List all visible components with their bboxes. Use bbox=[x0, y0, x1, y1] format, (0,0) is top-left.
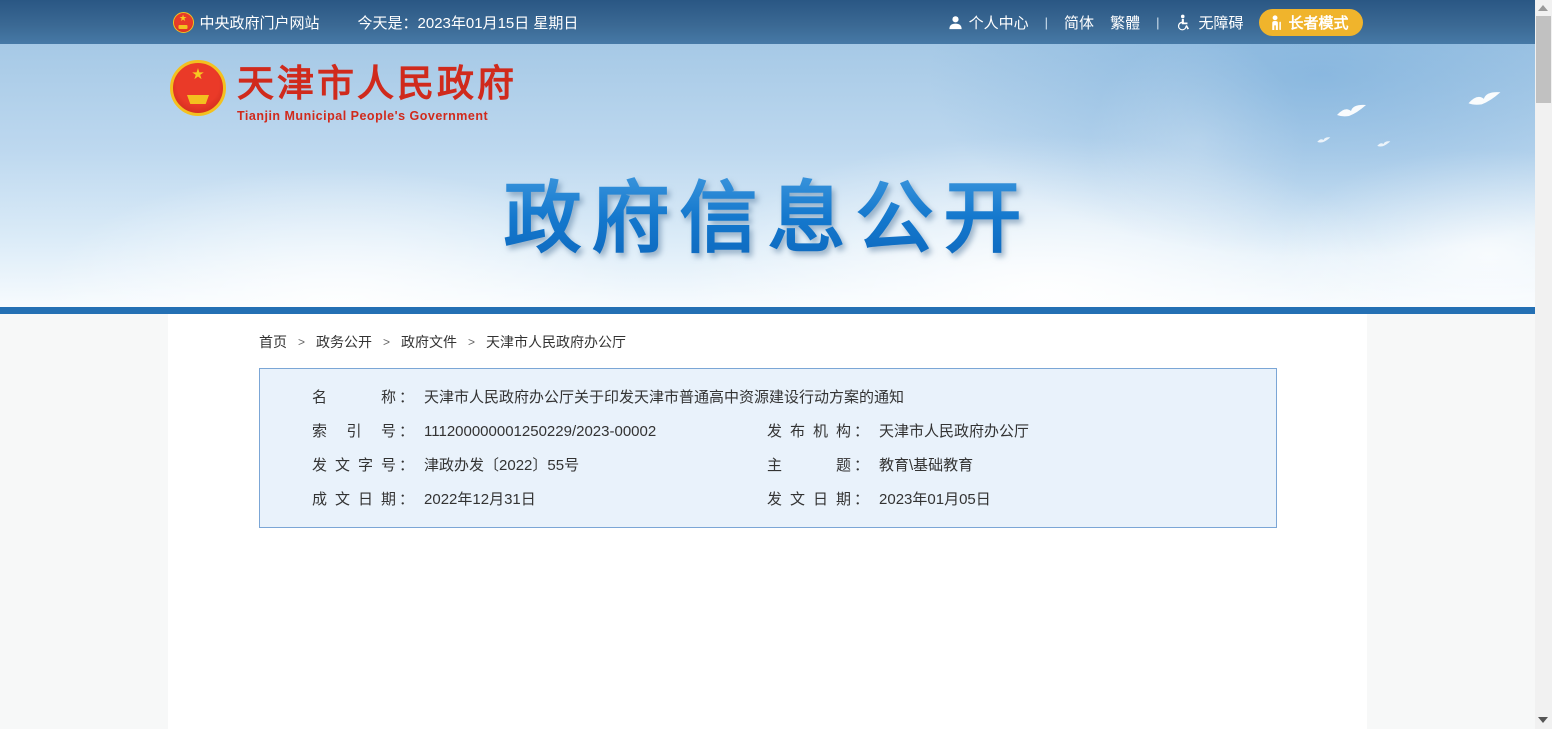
dove-icon bbox=[1466, 89, 1504, 111]
doc-publish-date-label: 发文日期 bbox=[767, 483, 851, 517]
main-area: 首页 > 政务公开 > 政府文件 > 天津市人民政府办公厅 名称： 天津市人民政… bbox=[0, 314, 1535, 729]
user-center-link[interactable]: 个人中心 bbox=[948, 12, 1029, 33]
dove-icon bbox=[1316, 136, 1332, 145]
scrollbar-up-icon[interactable] bbox=[1538, 5, 1548, 11]
site-logo[interactable]: 天津市人民政府 Tianjin Municipal People's Gover… bbox=[170, 60, 517, 123]
topbar-divider: | bbox=[1156, 15, 1159, 30]
doc-info-row-dates: 成文日期： 2022年12月31日 发文日期： 2023年01月05日 bbox=[312, 483, 1256, 517]
topbar-left: 中央政府门户网站 今天是：2023年01月15日 星期日 bbox=[173, 12, 579, 33]
doc-written-date-value: 2022年12月31日 bbox=[424, 483, 536, 517]
colon: ： bbox=[399, 415, 414, 449]
colon: ： bbox=[854, 415, 869, 449]
elder-mode-button[interactable]: 长者模式 bbox=[1259, 9, 1362, 36]
content-column: 首页 > 政务公开 > 政府文件 > 天津市人民政府办公厅 名称： 天津市人民政… bbox=[168, 314, 1367, 729]
doc-index-label: 索引号 bbox=[312, 415, 396, 449]
page: 中央政府门户网站 今天是：2023年01月15日 星期日 个人中心 | 简体 繁… bbox=[0, 0, 1535, 729]
breadcrumb-item-gov-documents[interactable]: 政府文件 bbox=[401, 332, 457, 352]
breadcrumb-separator: > bbox=[298, 335, 305, 349]
doc-issuer-cell: 发布机构： 天津市人民政府办公厅 bbox=[767, 415, 1256, 449]
breadcrumb-separator: > bbox=[468, 335, 475, 349]
doc-index-value: 111200000001250229/2023-00002 bbox=[424, 415, 656, 449]
colon: ： bbox=[854, 483, 869, 517]
dove-icon bbox=[1376, 140, 1392, 149]
central-gov-portal-link[interactable]: 中央政府门户网站 bbox=[173, 12, 320, 33]
wheelchair-icon bbox=[1175, 14, 1192, 31]
accent-bar bbox=[0, 307, 1535, 314]
central-gov-portal-label: 中央政府门户网站 bbox=[200, 12, 320, 33]
traditional-chinese-link[interactable]: 繁體 bbox=[1110, 12, 1140, 33]
doc-number-cell: 发文字号： 津政办发〔2022〕55号 bbox=[312, 449, 767, 483]
doc-info-row-name: 名称： 天津市人民政府办公厅关于印发天津市普通高中资源建设行动方案的通知 bbox=[312, 381, 1256, 415]
user-center-label: 个人中心 bbox=[969, 12, 1029, 33]
scrollbar-down-icon[interactable] bbox=[1538, 717, 1548, 723]
breadcrumb-item-open-gov[interactable]: 政务公开 bbox=[316, 332, 372, 352]
doc-info-row-index: 索引号： 111200000001250229/2023-00002 发布机构：… bbox=[312, 415, 1256, 449]
breadcrumb-item-current: 天津市人民政府办公厅 bbox=[486, 332, 626, 352]
top-utility-bar: 中央政府门户网站 今天是：2023年01月15日 星期日 个人中心 | 简体 繁… bbox=[0, 0, 1535, 44]
doc-name-value: 天津市人民政府办公厅关于印发天津市普通高中资源建设行动方案的通知 bbox=[424, 381, 904, 415]
vertical-scrollbar[interactable] bbox=[1535, 0, 1552, 729]
site-name: 天津市人民政府 bbox=[237, 64, 517, 105]
doc-name-label: 名称 bbox=[312, 381, 396, 415]
doc-number-label: 发文字号 bbox=[312, 449, 396, 483]
simplified-chinese-link[interactable]: 简体 bbox=[1064, 12, 1094, 33]
colon: ： bbox=[854, 449, 869, 483]
doc-written-date-label: 成文日期 bbox=[312, 483, 396, 517]
doc-subject-value: 教育\基础教育 bbox=[879, 449, 973, 483]
accessibility-label: 无障碍 bbox=[1198, 12, 1243, 33]
doc-written-date-cell: 成文日期： 2022年12月31日 bbox=[312, 483, 767, 517]
doc-name-cell: 名称： 天津市人民政府办公厅关于印发天津市普通高中资源建设行动方案的通知 bbox=[312, 381, 904, 415]
page-title: 政府信息公开 bbox=[0, 156, 1535, 268]
doc-info-row-number: 发文字号： 津政办发〔2022〕55号 主题： 教育\基础教育 bbox=[312, 449, 1256, 483]
top-utility-bar-inner: 中央政府门户网站 今天是：2023年01月15日 星期日 个人中心 | 简体 繁… bbox=[173, 0, 1363, 44]
doc-subject-label: 主题 bbox=[767, 449, 851, 483]
accessibility-link[interactable]: 无障碍 bbox=[1175, 12, 1243, 33]
doc-subject-cell: 主题： 教育\基础教育 bbox=[767, 449, 1256, 483]
dove-icon bbox=[1335, 102, 1369, 122]
doc-publish-date-value: 2023年01月05日 bbox=[879, 483, 991, 517]
breadcrumb-item-home[interactable]: 首页 bbox=[259, 332, 287, 352]
doc-publish-date-cell: 发文日期： 2023年01月05日 bbox=[767, 483, 1256, 517]
topbar-right: 个人中心 | 简体 繁體 | 无障碍 长者模式 bbox=[948, 9, 1363, 36]
user-icon bbox=[948, 15, 963, 30]
breadcrumb-separator: > bbox=[383, 335, 390, 349]
header-banner: 天津市人民政府 Tianjin Municipal People's Gover… bbox=[0, 44, 1535, 307]
logo-text: 天津市人民政府 Tianjin Municipal People's Gover… bbox=[237, 60, 517, 123]
colon: ： bbox=[399, 381, 414, 415]
doc-number-value: 津政办发〔2022〕55号 bbox=[424, 449, 579, 483]
site-name-english: Tianjin Municipal People's Government bbox=[237, 109, 517, 123]
doc-issuer-value: 天津市人民政府办公厅 bbox=[879, 415, 1029, 449]
breadcrumb: 首页 > 政务公开 > 政府文件 > 天津市人民政府办公厅 bbox=[168, 314, 1367, 352]
national-emblem-icon bbox=[170, 60, 226, 116]
doc-index-cell: 索引号： 111200000001250229/2023-00002 bbox=[312, 415, 767, 449]
national-emblem-icon bbox=[173, 12, 194, 33]
topbar-divider: | bbox=[1045, 15, 1048, 30]
colon: ： bbox=[399, 483, 414, 517]
elder-mode-label: 长者模式 bbox=[1288, 12, 1348, 33]
doc-issuer-label: 发布机构 bbox=[767, 415, 851, 449]
elder-person-icon bbox=[1269, 15, 1283, 30]
colon: ： bbox=[399, 449, 414, 483]
current-date-label: 今天是：2023年01月15日 星期日 bbox=[358, 12, 579, 33]
scrollbar-thumb[interactable] bbox=[1536, 16, 1551, 103]
document-info-box: 名称： 天津市人民政府办公厅关于印发天津市普通高中资源建设行动方案的通知 索引号… bbox=[259, 368, 1277, 528]
